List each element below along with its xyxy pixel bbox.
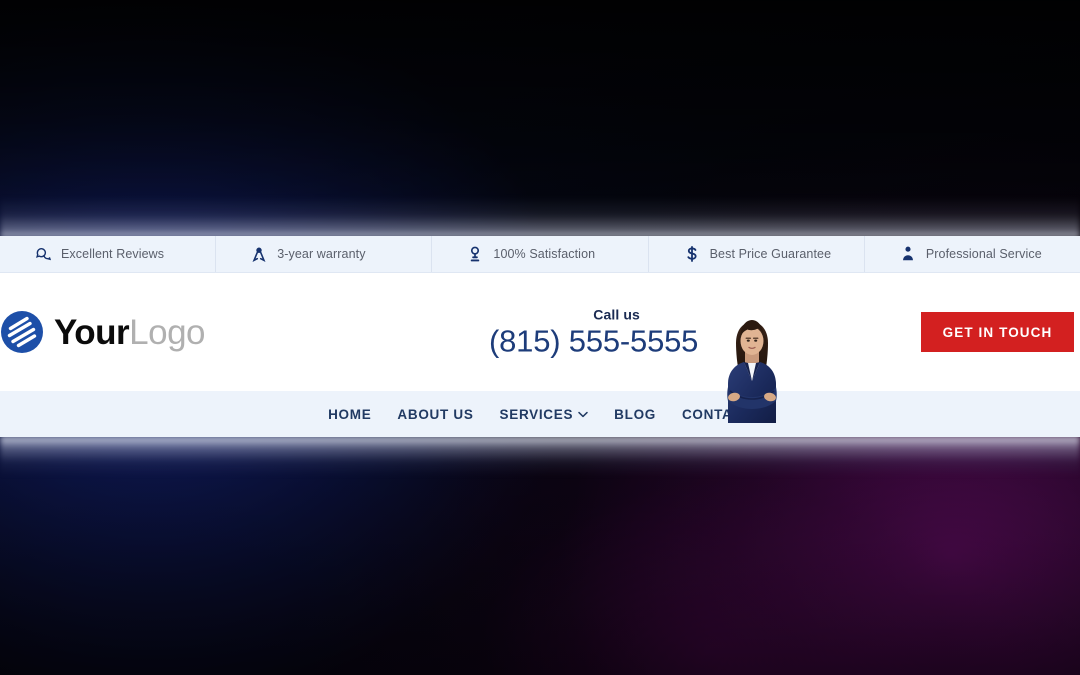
topbar-item-label: Professional Service (925, 247, 1042, 261)
businesswoman-photo (714, 313, 790, 423)
topbar-item-excellent-reviews[interactable]: Excellent Reviews (0, 236, 217, 272)
logo-wordmark: YourLogo (54, 312, 206, 352)
topbar-item-100-satisfaction[interactable]: 100% Satisfaction (432, 236, 649, 272)
topbar-item-professional-service[interactable]: Professional Service (865, 236, 1080, 272)
phone-number[interactable]: (815) 555-5555 (489, 326, 698, 357)
phone-block[interactable]: Call us (815) 555-5555 (489, 308, 698, 357)
call-us-label: Call us (593, 306, 640, 323)
dollar-sign-icon (683, 245, 701, 263)
top-trust-bar: Excellent Reviews 3-year warranty 100% S… (0, 236, 1080, 273)
nav-item-label: SERVICES (499, 406, 574, 422)
logo-text-primary: Your (54, 312, 130, 352)
user-tie-icon (899, 245, 917, 263)
topbar-item-3-year-warranty[interactable]: 3-year warranty (216, 236, 433, 272)
topbar-item-label: Excellent Reviews (61, 247, 165, 261)
page-root: Excellent Reviews 3-year warranty 100% S… (0, 0, 1080, 675)
site-logo[interactable]: YourLogo (0, 310, 206, 354)
get-in-touch-button[interactable]: GET IN TOUCH (921, 312, 1074, 352)
chevron-down-icon[interactable] (578, 411, 588, 418)
topbar-item-best-price-guarantee[interactable]: Best Price Guarantee (649, 236, 865, 272)
site-header: Excellent Reviews 3-year warranty 100% S… (0, 236, 1080, 437)
nav-item-services[interactable]: SERVICES (487, 407, 602, 422)
header-glow-below (0, 436, 1080, 476)
chat-bubble-icon (34, 245, 52, 263)
header-main-row: YourLogo Call us (815) 555-5555 GET IN T… (0, 273, 1080, 423)
nav-item-label: HOME (328, 406, 372, 422)
award-medal-icon (466, 245, 484, 263)
nav-item-label: ABOUT US (397, 406, 474, 422)
topbar-item-label: Best Price Guarantee (709, 247, 832, 261)
swirl-circle-logo-icon (0, 310, 44, 354)
topbar-item-label: 100% Satisfaction (493, 247, 596, 261)
header-glow-above (0, 196, 1080, 238)
main-navigation: HOME ABOUT US SERVICES BLOG CONTACT (0, 391, 1080, 437)
nav-item-blog[interactable]: BLOG (601, 407, 669, 422)
topbar-item-label: 3-year warranty (277, 247, 366, 261)
logo-text-secondary: Logo (129, 312, 206, 352)
nav-item-about-us[interactable]: ABOUT US (384, 407, 486, 422)
award-ribbon-icon (250, 245, 268, 263)
nav-item-home[interactable]: HOME (315, 407, 384, 422)
nav-item-label: BLOG (614, 406, 656, 422)
